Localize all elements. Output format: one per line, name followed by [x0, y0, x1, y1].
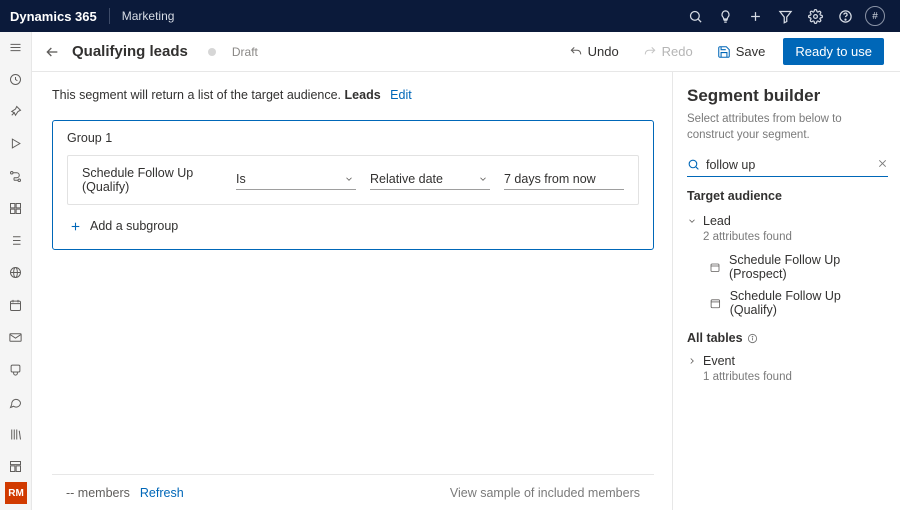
operator-select[interactable]: Is — [236, 170, 356, 190]
rail-menu-icon[interactable] — [0, 36, 32, 58]
attribute-search[interactable] — [687, 155, 888, 177]
target-audience-label: Target audience — [687, 189, 888, 203]
status-label: Draft — [232, 45, 258, 59]
add-subgroup-button[interactable]: Add a subgroup — [67, 219, 639, 233]
info-icon[interactable] — [747, 333, 758, 344]
lead-attribute-count: 2 attributes found — [703, 231, 888, 243]
chevron-right-icon — [687, 356, 697, 366]
rail-library-icon[interactable] — [0, 423, 32, 445]
rail-calendar-icon[interactable] — [0, 294, 32, 316]
attribute-item-qualify[interactable]: Schedule Follow Up (Qualify) — [687, 285, 888, 321]
group-title: Group 1 — [67, 131, 639, 145]
search-icon — [687, 158, 700, 171]
tree-node-event[interactable]: Event — [687, 351, 888, 371]
nav-rail: RM — [0, 32, 32, 510]
rail-globe-icon[interactable] — [0, 262, 32, 284]
view-sample-link[interactable]: View sample of included members — [450, 486, 640, 500]
segment-footer: -- members Refresh View sample of includ… — [52, 474, 654, 510]
tree-node-lead[interactable]: Lead — [687, 211, 888, 231]
condition-row: Schedule Follow Up (Qualify) Is Relative… — [67, 155, 639, 205]
global-topbar: Dynamics 365 Marketing # — [0, 0, 900, 32]
ready-to-use-button[interactable]: Ready to use — [783, 38, 884, 65]
page-title: Qualifying leads — [72, 43, 188, 60]
module-label: Marketing — [122, 9, 175, 23]
rail-template-icon[interactable] — [0, 455, 32, 477]
rail-notification-icon[interactable] — [0, 359, 32, 381]
segment-entity: Leads — [345, 88, 381, 102]
search-icon[interactable] — [680, 0, 710, 32]
redo-button: Redo — [637, 40, 699, 63]
user-avatar[interactable]: RM — [5, 482, 27, 504]
chevron-down-icon — [344, 174, 354, 184]
brand-divider — [109, 8, 110, 24]
filter-icon[interactable] — [770, 0, 800, 32]
clear-search-icon[interactable] — [877, 157, 888, 172]
rail-pin-icon[interactable] — [0, 101, 32, 123]
search-input[interactable] — [706, 158, 877, 172]
rail-recent-icon[interactable] — [0, 68, 32, 90]
plus-icon — [69, 220, 82, 233]
help-icon[interactable] — [830, 0, 860, 32]
lightbulb-icon[interactable] — [710, 0, 740, 32]
brand-label: Dynamics 365 — [10, 9, 97, 24]
page-header: Qualifying leads Draft Undo Redo Save Re… — [32, 32, 900, 72]
rail-play-icon[interactable] — [0, 133, 32, 155]
mode-select[interactable]: Relative date — [370, 170, 490, 190]
rail-forms-icon[interactable] — [0, 197, 32, 219]
add-icon[interactable] — [740, 0, 770, 32]
all-tables-label: All tables — [687, 331, 888, 345]
back-button[interactable] — [44, 44, 60, 60]
condition-attribute: Schedule Follow Up (Qualify) — [82, 166, 222, 194]
persona-avatar[interactable]: # — [860, 0, 890, 32]
event-attribute-count: 1 attributes found — [703, 371, 888, 383]
rail-chat-icon[interactable] — [0, 391, 32, 413]
rail-journey-icon[interactable] — [0, 165, 32, 187]
calendar-icon — [709, 261, 721, 274]
edit-entity-link[interactable]: Edit — [390, 88, 412, 102]
segment-builder-panel: Segment builder Select attributes from b… — [672, 72, 900, 510]
segment-intro: This segment will return a list of the t… — [52, 88, 654, 102]
status-dot-icon — [208, 48, 216, 56]
condition-group: Group 1 Schedule Follow Up (Qualify) Is … — [52, 120, 654, 250]
gear-icon[interactable] — [800, 0, 830, 32]
chevron-down-icon — [687, 216, 697, 226]
save-button[interactable]: Save — [711, 40, 772, 63]
rail-mail-icon[interactable] — [0, 326, 32, 348]
undo-button[interactable]: Undo — [563, 40, 625, 63]
attribute-item-prospect[interactable]: Schedule Follow Up (Prospect) — [687, 249, 888, 285]
member-count: -- members — [66, 486, 130, 500]
value-input[interactable]: 7 days from now — [504, 170, 624, 190]
chevron-down-icon — [478, 174, 488, 184]
refresh-link[interactable]: Refresh — [140, 486, 184, 500]
calendar-icon — [709, 297, 722, 310]
builder-hint: Select attributes from below to construc… — [687, 112, 888, 143]
rail-list-icon[interactable] — [0, 230, 32, 252]
builder-title: Segment builder — [687, 86, 888, 106]
